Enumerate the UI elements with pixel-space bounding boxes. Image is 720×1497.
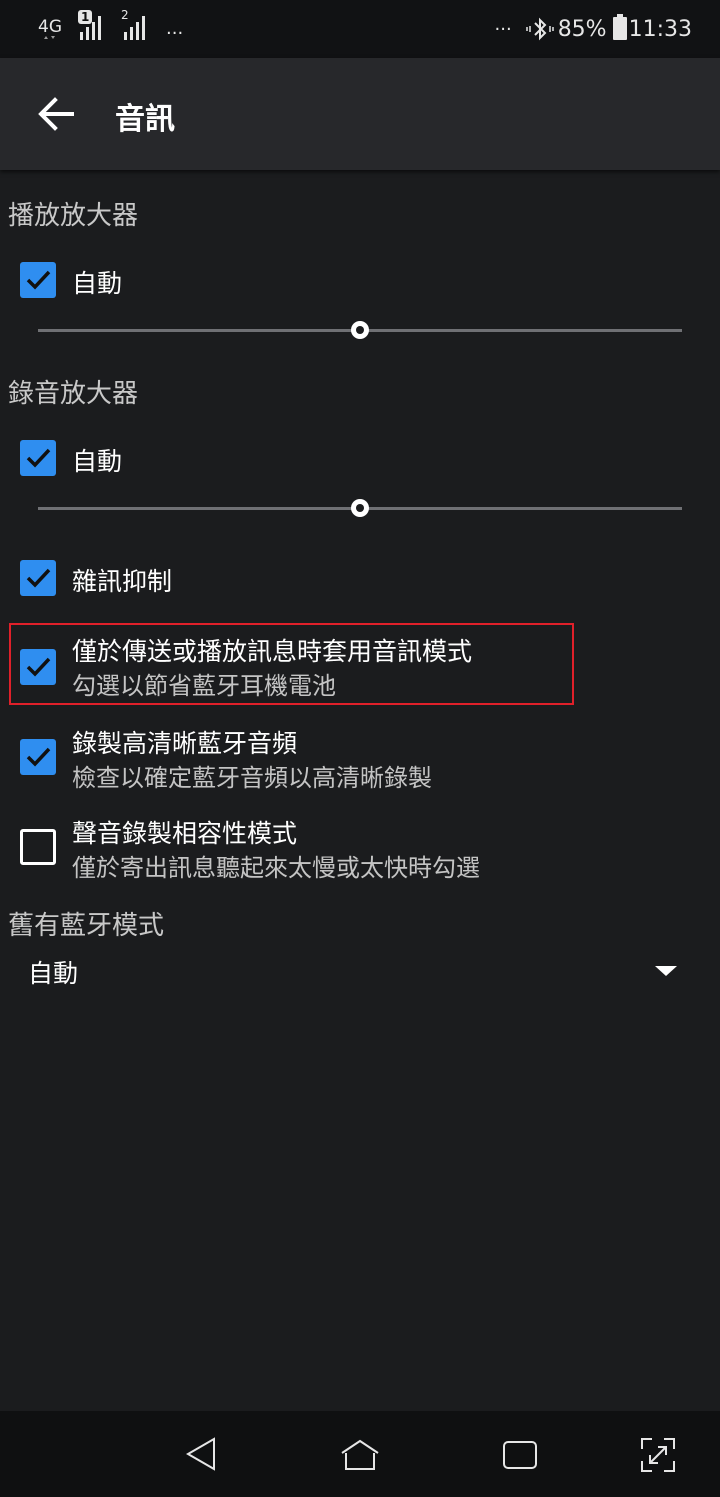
- hd-bluetooth-sub: 檢查以確定藍牙音頻以高清晰錄製: [72, 764, 432, 792]
- app-bar: 音訊: [0, 58, 720, 170]
- sim1-badge: 1: [78, 10, 93, 24]
- page-title: 音訊: [115, 102, 175, 137]
- status-right: ··· 85% 11:33: [479, 14, 692, 44]
- expand-icon: [641, 1438, 675, 1472]
- compat-mode-label: 聲音錄製相容性模式: [72, 819, 298, 848]
- signal-sim2-icon: 2: [120, 8, 150, 44]
- slider-thumb[interactable]: [351, 499, 369, 517]
- record-volume-slider[interactable]: [38, 493, 682, 523]
- home-icon: [341, 1439, 379, 1470]
- slider-thumb[interactable]: [351, 321, 369, 339]
- arrow-left-icon: [38, 97, 74, 131]
- checkmark-icon: [26, 448, 51, 468]
- network-type: 4G: [38, 17, 62, 37]
- audio-mode-checkbox[interactable]: [20, 649, 56, 685]
- record-auto-checkbox[interactable]: [20, 440, 56, 476]
- checkmark-icon: [26, 747, 51, 767]
- status-left: 4G 1 2 ···: [38, 8, 184, 44]
- recents-icon: [503, 1441, 537, 1469]
- playback-auto-label: 自動: [72, 269, 123, 298]
- playback-auto-checkbox[interactable]: [20, 262, 56, 298]
- compat-mode-sub: 僅於寄出訊息聽起來太慢或太快時勾選: [72, 854, 480, 882]
- nav-back-button[interactable]: [178, 1431, 226, 1479]
- back-button[interactable]: [36, 94, 76, 134]
- battery-icon: [612, 14, 627, 44]
- legacy-bt-dropdown[interactable]: 自動: [0, 948, 720, 994]
- hd-bluetooth-row[interactable]: 錄製高清晰藍牙音頻 檢查以確定藍牙音頻以高清晰錄製: [0, 724, 720, 792]
- noise-suppression-label: 雜訊抑制: [72, 567, 173, 596]
- nav-home-button[interactable]: [336, 1431, 384, 1479]
- section-header-record-amp: 錄音放大器: [8, 379, 139, 409]
- status-bar: 4G 1 2 ··· ··· 85% 11:33: [0, 0, 720, 58]
- nav-screenshot-button[interactable]: [634, 1431, 682, 1479]
- compat-mode-row[interactable]: 聲音錄製相容性模式 僅於寄出訊息聽起來太慢或太快時勾選: [0, 814, 720, 882]
- section-header-playback-amp: 播放放大器: [8, 201, 139, 231]
- audio-mode-label: 僅於傳送或播放訊息時套用音訊模式: [72, 637, 473, 666]
- dropdown-arrow-icon: [655, 966, 677, 976]
- more-status-icon: ···: [494, 18, 512, 40]
- audio-mode-row[interactable]: 僅於傳送或播放訊息時套用音訊模式 勾選以節省藍牙耳機電池: [0, 632, 720, 700]
- noise-suppression-row[interactable]: 雜訊抑制: [0, 560, 720, 600]
- hd-bluetooth-label: 錄製高清晰藍牙音頻: [72, 729, 298, 758]
- more-notifications-icon: ···: [166, 23, 184, 44]
- hd-bluetooth-checkbox[interactable]: [20, 739, 56, 775]
- noise-suppression-checkbox[interactable]: [20, 560, 56, 596]
- nav-recents-button[interactable]: [496, 1431, 544, 1479]
- checkmark-icon: [26, 657, 51, 677]
- record-auto-label: 自動: [72, 447, 123, 476]
- navigation-bar: [0, 1411, 720, 1497]
- bluetooth-vibrate-icon: [525, 17, 554, 41]
- checkmark-icon: [26, 568, 51, 588]
- clock: 11:33: [628, 16, 692, 42]
- section-header-legacy-bt: 舊有藍牙模式: [8, 911, 165, 941]
- battery-percent: 85%: [557, 16, 607, 42]
- signal-sim1-icon: 1: [76, 10, 106, 44]
- playback-volume-slider[interactable]: [38, 315, 682, 345]
- sim2-badge: 2: [121, 8, 129, 22]
- record-auto-row[interactable]: 自動: [0, 440, 720, 480]
- data-arrows-icon: [44, 36, 55, 39]
- compat-mode-checkbox[interactable]: [20, 829, 56, 865]
- playback-auto-row[interactable]: 自動: [0, 262, 720, 302]
- triangle-back-icon: [185, 1437, 215, 1471]
- network-indicator: 4G: [38, 19, 62, 44]
- checkmark-icon: [26, 270, 51, 290]
- audio-mode-sub: 勾選以節省藍牙耳機電池: [72, 672, 336, 700]
- legacy-bt-value: 自動: [28, 959, 79, 988]
